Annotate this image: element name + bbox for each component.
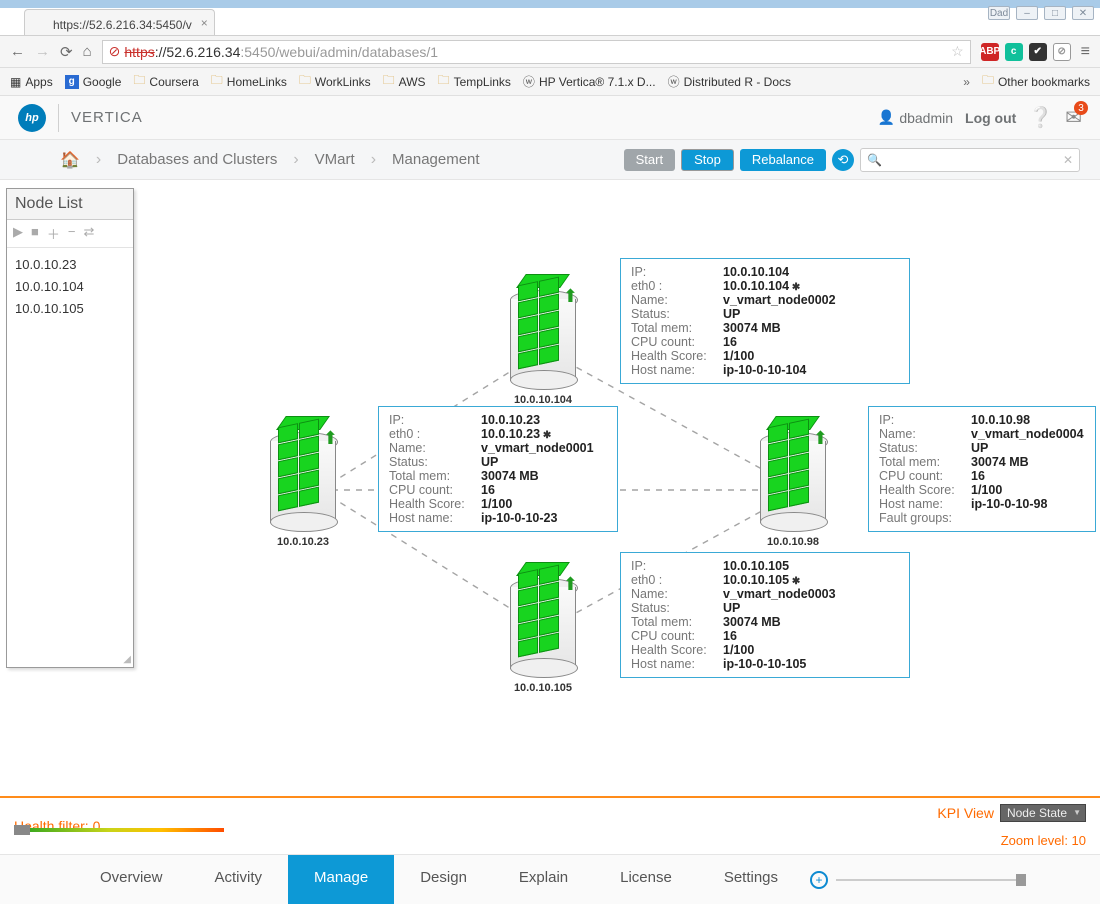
current-user[interactable]: 👤 dbadmin xyxy=(878,109,953,126)
kpi-select[interactable]: Node State xyxy=(1000,804,1086,822)
user-badge: Dad xyxy=(988,6,1010,20)
clear-icon[interactable]: ✕ xyxy=(1063,153,1073,167)
url-input[interactable]: ⊘ https ://52.6.216.34 :5450 /webui/admi… xyxy=(102,40,971,64)
rebalance-button[interactable]: Rebalance xyxy=(740,149,826,171)
swap-icon[interactable]: ⇄ xyxy=(83,224,94,243)
maximize-icon[interactable]: □ xyxy=(1044,6,1066,20)
node-label: 10.0.10.105 xyxy=(510,682,576,694)
tab-activity[interactable]: Activity xyxy=(188,855,288,904)
window-controls: Dad – □ ✕ xyxy=(988,6,1094,20)
back-icon[interactable]: ← xyxy=(10,43,25,60)
home-icon[interactable]: ⌂ xyxy=(83,43,92,60)
apps-button[interactable]: ▦ Apps xyxy=(10,75,53,89)
breadcrumb[interactable]: Management xyxy=(392,151,480,168)
stop-icon[interactable]: ■ xyxy=(31,224,39,243)
menu-icon[interactable]: ≡ xyxy=(1081,43,1090,61)
status-up-icon: ⬆ xyxy=(813,428,828,449)
cluster-node[interactable]: ⬆ 10.0.10.98 xyxy=(760,432,826,548)
bookmark-link[interactable]: 🗀HomeLinks xyxy=(211,71,287,92)
zoom-slider[interactable] xyxy=(836,879,1026,881)
bottom-tabs: Overview Activity Manage Design Explain … xyxy=(0,854,1100,904)
bookmark-link[interactable]: 🗀Coursera xyxy=(133,71,198,92)
zoom-target-icon[interactable] xyxy=(810,871,828,889)
tab-overview[interactable]: Overview xyxy=(74,855,189,904)
node-info-card: IP:10.0.10.105 eth0 :10.0.10.105 Name:v_… xyxy=(620,552,910,678)
node-list-panel: Node List ▶ ■ ＋ − ⇄ 10.0.10.23 10.0.10.1… xyxy=(6,188,134,668)
check-icon[interactable]: ✔ xyxy=(1029,43,1047,61)
panel-title: Node List xyxy=(7,189,133,220)
search-input[interactable]: 🔍 ✕ xyxy=(860,148,1080,172)
notif-badge: 3 xyxy=(1074,101,1088,115)
breadcrumb[interactable]: Databases and Clusters xyxy=(117,151,277,168)
minimize-icon[interactable]: – xyxy=(1016,6,1038,20)
breadcrumb[interactable]: VMart xyxy=(315,151,355,168)
url-scheme: https xyxy=(124,44,154,60)
brand-label: VERTICA xyxy=(71,109,143,126)
kpi-label: KPI View xyxy=(937,805,994,821)
list-item[interactable]: 10.0.10.105 xyxy=(15,298,125,320)
cluster-node[interactable]: ⬆ 10.0.10.105 xyxy=(510,578,576,694)
stop-button[interactable]: Stop xyxy=(681,149,734,171)
bookmark-google[interactable]: gGoogle xyxy=(65,75,122,89)
url-path: /webui/admin/databases/1 xyxy=(275,44,438,60)
tab-title: https://52.6.216.34:5450/v xyxy=(53,18,192,32)
search-icon: 🔍 xyxy=(867,153,882,167)
node-info-card: IP:10.0.10.98 Name:v_vmart_node0004 Stat… xyxy=(868,406,1096,532)
start-button[interactable]: Start xyxy=(624,149,675,171)
home-breadcrumb-icon[interactable]: 🏠 xyxy=(60,150,80,170)
tab-license[interactable]: License xyxy=(594,855,698,904)
add-icon[interactable]: ＋ xyxy=(47,224,60,243)
resize-handle-icon[interactable]: ◢ xyxy=(123,654,131,665)
node-label: 10.0.10.98 xyxy=(760,536,826,548)
remove-icon[interactable]: − xyxy=(68,224,76,243)
reload-icon[interactable]: ⟳ xyxy=(60,43,73,61)
bookmark-link[interactable]: 🗀AWS xyxy=(383,71,426,92)
list-item[interactable]: 10.0.10.23 xyxy=(15,254,125,276)
overflow-icon[interactable]: » xyxy=(963,75,970,89)
health-filter-slider[interactable] xyxy=(14,828,224,832)
close-icon[interactable]: × xyxy=(201,16,208,30)
abp-icon[interactable]: ABP xyxy=(981,43,999,61)
tab-settings[interactable]: Settings xyxy=(698,855,804,904)
node-label: 10.0.10.23 xyxy=(270,536,336,548)
search-input-field[interactable] xyxy=(883,152,1057,167)
forward-icon: → xyxy=(35,43,50,60)
tab-design[interactable]: Design xyxy=(394,855,493,904)
close-window-icon[interactable]: ✕ xyxy=(1072,6,1094,20)
refresh-icon[interactable]: ⟲ xyxy=(832,149,854,171)
status-up-icon: ⬆ xyxy=(563,286,578,307)
browser-tab[interactable]: https://52.6.216.34:5450/v × xyxy=(24,9,215,35)
node-info-card: IP:10.0.10.23 eth0 :10.0.10.23 Name:v_vm… xyxy=(378,406,618,532)
help-icon[interactable]: ❔ xyxy=(1028,105,1053,130)
play-icon[interactable]: ▶ xyxy=(13,224,23,243)
hp-logo-icon: hp xyxy=(18,104,46,132)
logout-button[interactable]: Log out xyxy=(965,110,1016,126)
tab-explain[interactable]: Explain xyxy=(493,855,594,904)
cluster-node[interactable]: ⬆ 10.0.10.104 xyxy=(510,290,576,406)
cluster-node[interactable]: ⬆ 10.0.10.23 xyxy=(270,432,336,548)
node-label: 10.0.10.104 xyxy=(510,394,576,406)
bookmark-link[interactable]: ⓦHP Vertica® 7.1.x D... xyxy=(523,73,656,90)
block-icon[interactable]: ⊘ xyxy=(1053,43,1071,61)
ext-c-icon[interactable]: c xyxy=(1005,43,1023,61)
mail-icon[interactable]: ✉3 xyxy=(1065,105,1082,130)
url-host: ://52.6.216.34 xyxy=(155,44,241,60)
zoom-label: Zoom level: 10 xyxy=(1001,833,1086,848)
status-up-icon: ⬆ xyxy=(563,574,578,595)
star-icon[interactable]: ☆ xyxy=(951,43,964,60)
tab-manage[interactable]: Manage xyxy=(288,855,394,904)
bookmark-link[interactable]: ⓦDistributed R - Docs xyxy=(668,73,791,90)
list-item[interactable]: 10.0.10.104 xyxy=(15,276,125,298)
status-up-icon: ⬆ xyxy=(323,428,338,449)
bookmark-link[interactable]: 🗀WorkLinks xyxy=(299,71,371,92)
other-bookmarks[interactable]: 🗀Other bookmarks xyxy=(982,71,1090,92)
url-port: :5450 xyxy=(240,44,275,60)
bookmark-link[interactable]: 🗀TempLinks xyxy=(438,71,511,92)
node-info-card: IP:10.0.10.104 eth0 :10.0.10.104 Name:v_… xyxy=(620,258,910,384)
